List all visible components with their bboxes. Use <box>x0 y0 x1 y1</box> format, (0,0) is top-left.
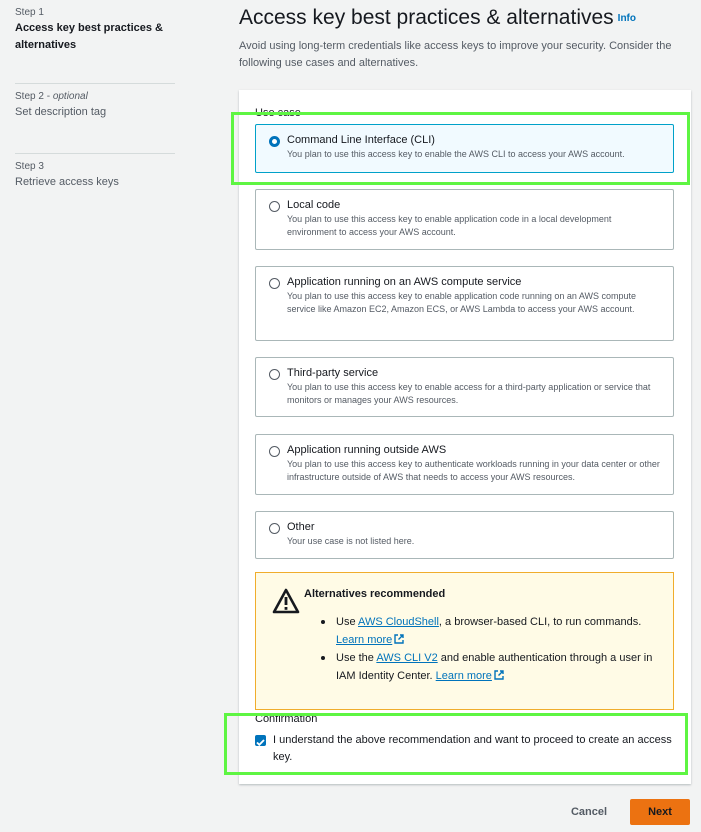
use-case-option-other[interactable]: Other Your use case is not listed here. <box>255 511 674 559</box>
option-description: You plan to use this access key to enabl… <box>287 214 612 237</box>
next-button[interactable]: Next <box>630 799 690 825</box>
list-item: Use the AWS CLI V2 and enable authentica… <box>316 649 666 685</box>
alert-title: Alternatives recommended <box>304 588 446 600</box>
radio-button[interactable] <box>269 523 280 534</box>
radio-button[interactable] <box>269 369 280 380</box>
option-title: Local code <box>287 199 341 211</box>
highlight-box-cli <box>231 112 690 185</box>
step-3[interactable]: Step 3 Retrieve access keys <box>15 154 175 191</box>
option-description: You plan to use this access key to enabl… <box>287 382 651 405</box>
page-title: Access key best practices & alternatives… <box>239 6 636 29</box>
learn-more-link[interactable]: Learn more <box>436 670 492 682</box>
option-description: You plan to use this access key to enabl… <box>287 291 637 314</box>
use-case-option-third-party[interactable]: Third-party service You plan to use this… <box>255 357 674 417</box>
list-item: Use AWS CloudShell, a browser-based CLI,… <box>316 613 666 649</box>
highlight-box-confirmation <box>224 713 688 775</box>
option-title: Other <box>287 521 315 533</box>
step-3-label: Step 3 <box>15 161 44 172</box>
cancel-button[interactable]: Cancel <box>560 800 618 824</box>
radio-button[interactable] <box>269 201 280 212</box>
external-link-icon[interactable] <box>494 670 504 680</box>
step-1-label: Step 1 <box>15 7 44 18</box>
use-case-option-aws-compute[interactable]: Application running on an AWS compute se… <box>255 266 674 341</box>
learn-more-link[interactable]: Learn more <box>336 634 392 646</box>
option-title: Third-party service <box>287 367 379 379</box>
aws-cli-v2-link[interactable]: AWS CLI V2 <box>376 652 437 664</box>
radio-button[interactable] <box>269 278 280 289</box>
optional-tag: optional <box>52 91 88 102</box>
info-link[interactable]: Info <box>618 13 636 24</box>
external-link-icon[interactable] <box>394 634 404 644</box>
warning-icon <box>272 588 300 614</box>
page-description: Avoid using long-term credentials like a… <box>239 40 672 69</box>
step-3-title[interactable]: Retrieve access keys <box>15 174 175 191</box>
alternatives-alert: Alternatives recommended Use AWS CloudSh… <box>255 572 674 710</box>
wizard-steps: Step 1 Access key best practices & alter… <box>15 0 175 191</box>
step-2[interactable]: Step 2 - optional Set description tag <box>15 84 175 142</box>
step-1: Step 1 Access key best practices & alter… <box>15 0 175 72</box>
step-2-label: Step 2 - optional <box>15 91 88 102</box>
cloudshell-link[interactable]: AWS CloudShell <box>358 616 439 628</box>
use-case-option-outside-aws[interactable]: Application running outside AWS You plan… <box>255 434 674 495</box>
alternatives-list: Use AWS CloudShell, a browser-based CLI,… <box>316 613 666 685</box>
option-title: Application running outside AWS <box>287 444 447 456</box>
use-case-option-local-code[interactable]: Local code You plan to use this access k… <box>255 189 674 250</box>
option-description: You plan to use this access key to authe… <box>287 459 660 482</box>
option-description: Your use case is not listed here. <box>287 536 415 546</box>
step-2-title[interactable]: Set description tag <box>15 104 175 121</box>
step-1-title: Access key best practices & alternatives <box>15 22 163 51</box>
radio-button[interactable] <box>269 446 280 457</box>
option-title: Application running on an AWS compute se… <box>287 276 522 288</box>
